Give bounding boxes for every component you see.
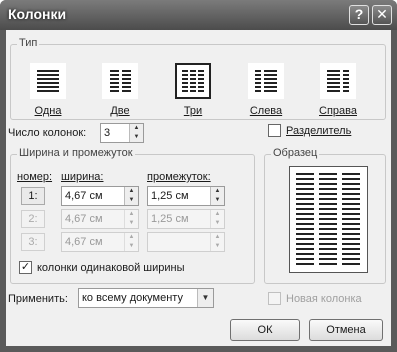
equal-width-label: колонки одинаковой ширины (37, 262, 185, 274)
close-button[interactable]: ✕ (372, 5, 392, 25)
title-bar: Колонки ? ✕ (0, 0, 397, 30)
spin-down-icon: ▼ (214, 220, 221, 226)
num-columns-label: Число колонок: (8, 127, 87, 139)
row3-width-value: 4,67 см (65, 236, 103, 248)
row1-width-spinner[interactable]: 4,67 см ▲ ▼ (61, 186, 139, 206)
header-width: ширина: (61, 171, 104, 183)
preset-left-icon (248, 63, 284, 99)
row1-spacing-arrows[interactable]: ▲ ▼ (210, 187, 224, 205)
spin-up-icon[interactable]: ▲ (125, 187, 138, 196)
preset-three-label: Три (183, 105, 203, 117)
row2-spacing-spinner: 1,25 см ▲ ▼ (147, 209, 225, 229)
row1-width-value: 4,67 см (65, 190, 103, 202)
row2-width-value: 4,67 см (65, 213, 103, 225)
apply-label: Применить: (8, 293, 68, 305)
preset-two[interactable]: Две (91, 63, 149, 117)
spin-down-icon: ▼ (214, 243, 221, 249)
num-columns-value: 3 (104, 127, 111, 139)
spin-down-icon: ▼ (128, 220, 135, 226)
preset-two-label: Две (110, 105, 130, 117)
chevron-down-icon[interactable]: ▼ (198, 289, 213, 307)
row2-width-spinner: 4,67 см ▲ ▼ (61, 209, 139, 229)
cancel-button[interactable]: Отмена (309, 319, 383, 341)
separator-label: Разделитель (286, 125, 352, 137)
spin-down-icon[interactable]: ▼ (130, 133, 143, 142)
row2-spacing-arrows: ▲ ▼ (210, 210, 224, 228)
apply-select[interactable]: ко всему документу ▼ (78, 288, 214, 308)
row3-spacing-spinner: ▲ ▼ (147, 232, 225, 252)
row1-spacing-spinner[interactable]: 1,25 см ▲ ▼ (147, 186, 225, 206)
spin-down-icon[interactable]: ▼ (125, 196, 138, 205)
row3-width-spinner: 4,67 см ▲ ▼ (61, 232, 139, 252)
dialog-title: Колонки (8, 6, 67, 22)
preview-page (289, 166, 368, 273)
row1-number: 1: (21, 187, 45, 205)
new-column-checkbox (268, 292, 281, 305)
row3-spacing-arrows: ▲ ▼ (210, 233, 224, 251)
preset-right[interactable]: Справа (309, 63, 367, 117)
spin-up-icon: ▲ (128, 211, 135, 217)
row2-spacing-value: 1,25 см (151, 213, 189, 225)
spin-up-icon[interactable]: ▲ (211, 187, 224, 196)
preset-one-label: Одна (34, 105, 62, 117)
header-spacing: промежуток: (147, 171, 211, 183)
preset-left-label: Слева (249, 105, 283, 117)
spin-up-icon[interactable]: ▲ (130, 124, 143, 133)
row2-number: 2: (21, 210, 45, 228)
row3-width-arrows: ▲ ▼ (124, 233, 138, 251)
preview-legend: Образец (271, 147, 320, 159)
columns-dialog: Колонки ? ✕ Тип Одна Две Три Слева Справ… (0, 0, 397, 352)
row1-spacing-value: 1,25 см (151, 190, 189, 202)
num-columns-spinner[interactable]: 3 ▲ ▼ (100, 123, 144, 143)
apply-value: ко всему документу (82, 292, 183, 304)
help-button[interactable]: ? (349, 5, 369, 25)
spin-down-icon: ▼ (128, 243, 135, 249)
num-columns-arrows[interactable]: ▲ ▼ (129, 124, 143, 142)
ok-button[interactable]: ОК (230, 319, 300, 341)
spin-up-icon: ▲ (214, 211, 221, 217)
row2-width-arrows: ▲ ▼ (124, 210, 138, 228)
equal-width-checkbox[interactable]: ✓ (19, 261, 32, 274)
spin-up-icon: ▲ (214, 234, 221, 240)
width-spacing-legend: Ширина и промежуток (17, 147, 135, 159)
type-group-legend: Тип (17, 37, 40, 49)
preset-left[interactable]: Слева (237, 63, 295, 117)
preview-columns (290, 167, 367, 265)
spin-down-icon[interactable]: ▼ (211, 196, 224, 205)
preset-three-icon (175, 63, 211, 99)
row3-number: 3: (21, 233, 45, 251)
separator-checkbox[interactable] (268, 124, 281, 137)
preset-one-icon (30, 63, 66, 99)
type-group: Тип Одна Две Три Слева Справа (10, 37, 386, 120)
preset-one[interactable]: Одна (19, 63, 77, 117)
preset-right-icon (320, 63, 356, 99)
dialog-body: Тип Одна Две Три Слева Справа Число коло… (6, 30, 391, 346)
preset-right-label: Справа (319, 105, 357, 117)
preset-two-icon (102, 63, 138, 99)
header-number: номер: (17, 171, 53, 183)
apply-dropdown[interactable]: ▼ (197, 289, 213, 307)
spin-up-icon: ▲ (128, 234, 135, 240)
row1-width-arrows[interactable]: ▲ ▼ (124, 187, 138, 205)
width-spacing-group: Ширина и промежуток номер: ширина: проме… (10, 147, 255, 284)
preset-three[interactable]: Три (164, 63, 222, 117)
check-icon: ✓ (20, 261, 31, 273)
new-column-label: Новая колонка (286, 293, 362, 305)
